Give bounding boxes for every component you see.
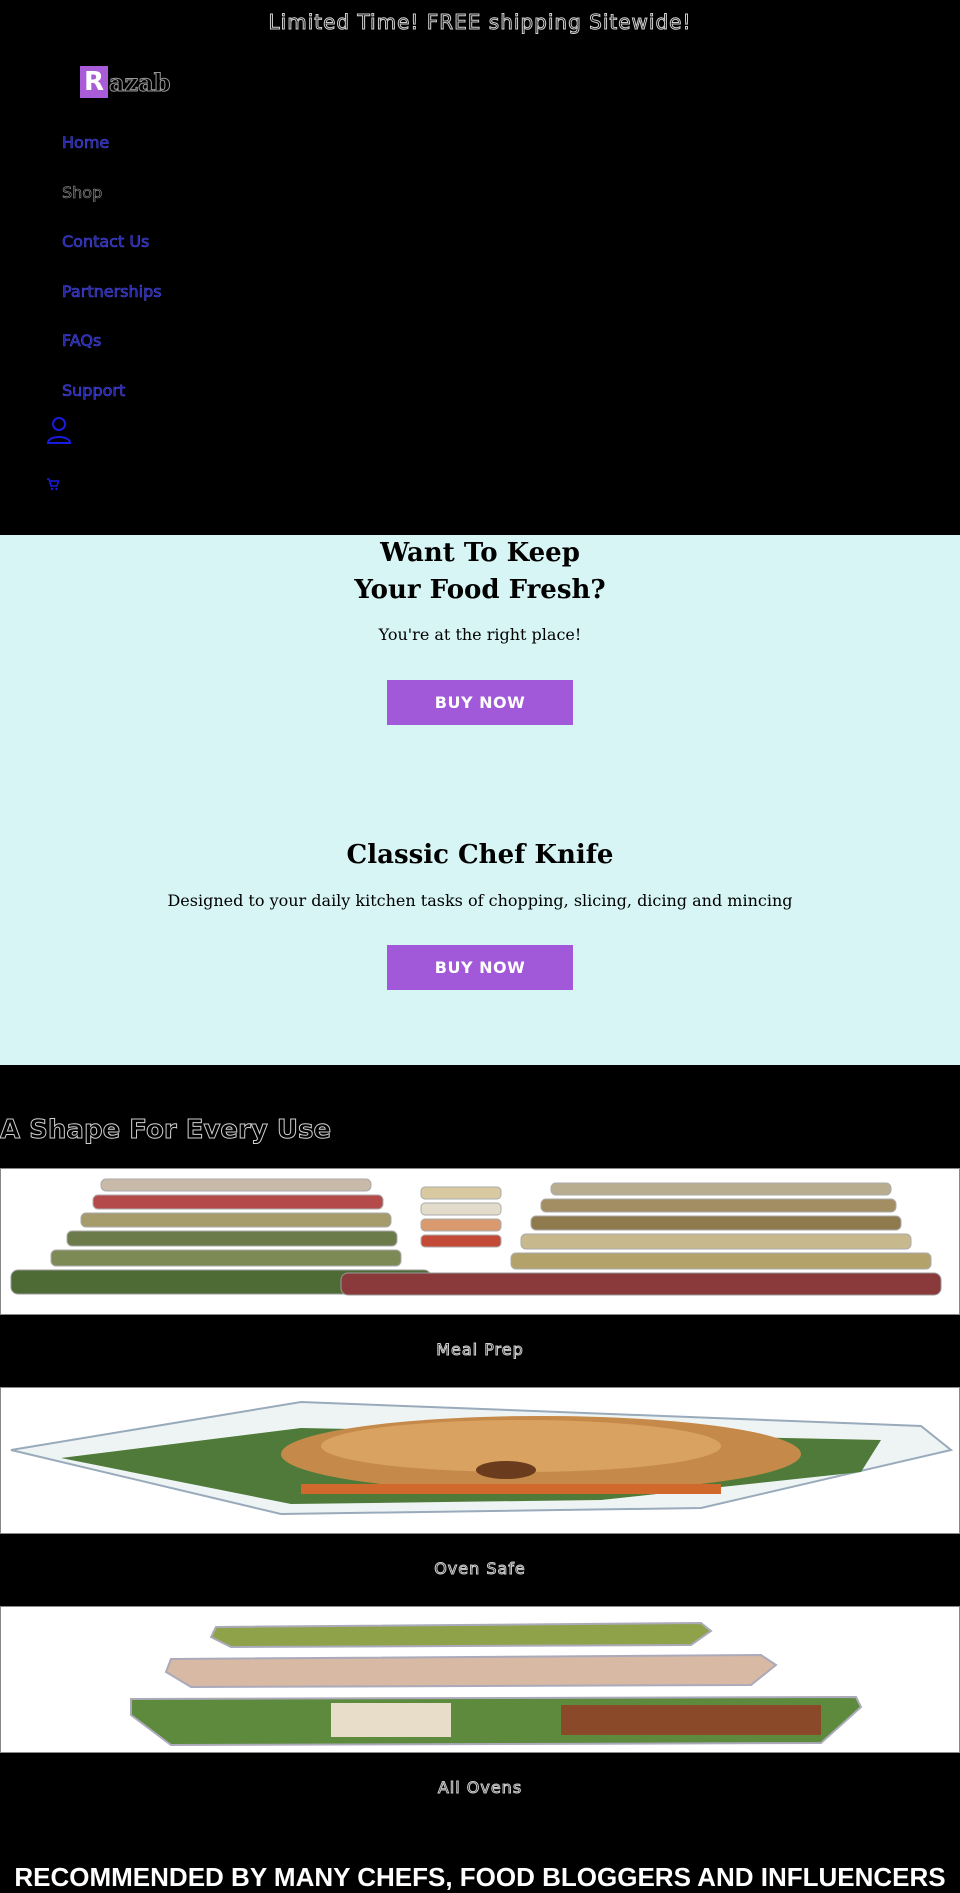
- hero-section: Want To Keep Your Food Fresh? You're at …: [0, 535, 960, 1065]
- knife-title: Classic Chef Knife: [346, 840, 614, 870]
- nav-contact-us[interactable]: Contact Us: [62, 232, 150, 252]
- nav-support[interactable]: Support: [62, 381, 126, 401]
- hero-buy-now-button[interactable]: BUY NOW: [387, 680, 573, 725]
- hero-title: Want To Keep Your Food Fresh?: [0, 535, 960, 609]
- oven-safe-caption: Oven Safe: [434, 1559, 526, 1579]
- meal-prep-image[interactable]: [0, 1168, 960, 1315]
- knife-subtitle: Designed to your daily kitchen tasks of …: [167, 891, 793, 910]
- nav-shop[interactable]: Shop: [62, 183, 103, 203]
- all-ovens-caption: All Ovens: [437, 1778, 523, 1798]
- nav-home[interactable]: Home: [62, 133, 110, 153]
- meal-prep-caption: Meal Prep: [436, 1340, 524, 1360]
- announcement-bar: Limited Time! FREE shipping Sitewide!: [268, 10, 692, 35]
- shapes-section-title: A Shape For Every Use: [0, 1115, 332, 1146]
- oven-safe-image[interactable]: [0, 1387, 960, 1534]
- nav-faqs[interactable]: FAQs: [62, 331, 102, 351]
- user-icon[interactable]: [46, 416, 72, 444]
- all-ovens-image[interactable]: [0, 1606, 960, 1753]
- knife-buy-now-button[interactable]: BUY NOW: [387, 945, 573, 990]
- hero-title-line1: Want To Keep: [380, 538, 580, 568]
- nav-partnerships[interactable]: Partnerships: [62, 282, 162, 302]
- cart-icon[interactable]: [46, 476, 60, 491]
- logo-wordmark: azab: [109, 67, 172, 97]
- hero-title-line2: Your Food Fresh?: [354, 575, 606, 605]
- logo-initial: R: [80, 66, 108, 98]
- hero-subtitle: You're at the right place!: [378, 625, 582, 644]
- recommended-heading: RECOMMENDED BY MANY CHEFS, FOOD BLOGGERS…: [14, 1862, 946, 1892]
- site-logo[interactable]: R azab: [80, 64, 171, 100]
